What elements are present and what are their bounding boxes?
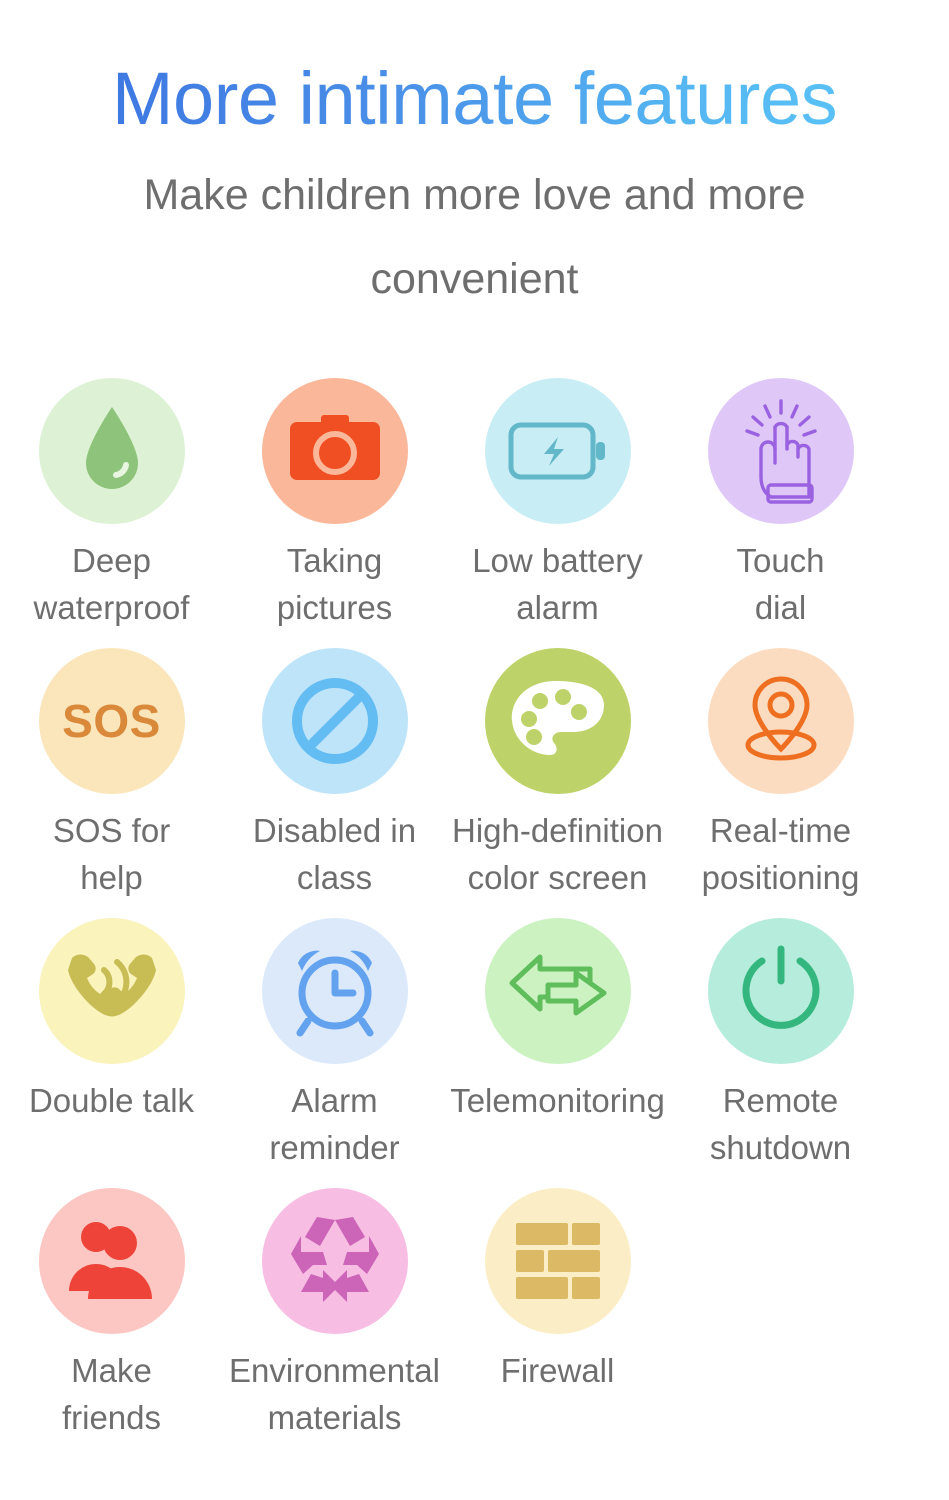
feature-icon-circle	[484, 1188, 631, 1334]
power-button-icon	[742, 945, 819, 1029]
feature-grid: Deep waterproof Taking pictures Low batt…	[0, 378, 949, 1458]
feature-item-touch-dial[interactable]: Touch dial	[669, 378, 892, 648]
feature-label: Environmental materials	[229, 1352, 440, 1436]
feature-icon-circle	[261, 918, 408, 1064]
feature-label: Remote shutdown	[709, 1082, 852, 1166]
feature-label: Deep waterproof	[33, 542, 190, 626]
feature-label: Low battery alarm	[472, 542, 643, 626]
feature-icon-circle	[261, 648, 408, 794]
feature-item-deep-waterproof[interactable]: Deep waterproof	[0, 378, 223, 648]
feature-item-disabled-in-class[interactable]: Disabled in class	[223, 648, 446, 918]
feature-item-double-talk[interactable]: Double talk	[0, 918, 223, 1188]
sos-text-icon: SOS	[62, 695, 161, 747]
feature-label: Telemonitoring	[450, 1082, 665, 1119]
feature-item-remote-shutdown[interactable]: Remote shutdown	[669, 918, 892, 1188]
feature-item-high-definition-color-screen[interactable]: High-definition color screen	[446, 648, 669, 918]
feature-item-real-time-positioning[interactable]: Real-time positioning	[669, 648, 892, 918]
feature-item-sos-for-help[interactable]: SOS SOS for help	[0, 648, 223, 918]
feature-icon-circle	[38, 1188, 185, 1334]
feature-item-taking-pictures[interactable]: Taking pictures	[223, 378, 446, 648]
feature-item-telemonitoring[interactable]: Telemonitoring	[446, 918, 669, 1188]
water-drop-icon	[85, 407, 138, 489]
two-way-arrows-icon	[509, 954, 606, 1016]
feature-icon-circle	[38, 918, 185, 1064]
feature-label: Real-time positioning	[701, 812, 860, 896]
feature-label: Disabled in class	[252, 812, 417, 896]
feature-label: Touch dial	[736, 542, 825, 626]
feature-item-environmental-materials[interactable]: Environmental materials	[223, 1188, 446, 1458]
feature-icon-circle	[38, 378, 185, 524]
feature-label: Firewall	[500, 1352, 615, 1389]
alarm-clock-icon	[296, 950, 373, 1037]
feature-row: Double talk Alarm reminder Telemonitorin…	[0, 918, 949, 1188]
brick-wall-icon	[515, 1223, 600, 1299]
feature-item-low-battery-alarm[interactable]: Low battery alarm	[446, 378, 669, 648]
people-group-icon	[68, 1222, 152, 1299]
touch-hand-icon	[744, 399, 817, 504]
feature-row: SOS SOS for help Disabled in class High-…	[0, 648, 949, 918]
feature-icon-circle	[484, 648, 631, 794]
feature-icon-circle	[707, 648, 854, 794]
page-title: More intimate features	[0, 62, 949, 136]
feature-item-make-friends[interactable]: Make friends	[0, 1188, 223, 1458]
feature-icon-circle	[261, 1188, 408, 1334]
feature-label: Alarm reminder	[269, 1082, 400, 1166]
paint-palette-icon	[511, 681, 604, 755]
feature-label: Taking pictures	[276, 542, 393, 626]
feature-label: High-definition color screen	[452, 812, 663, 896]
feature-item-firewall[interactable]: Firewall	[446, 1188, 669, 1458]
feature-icon-circle	[707, 378, 854, 524]
page-subtitle: Make children more love and more conveni…	[143, 171, 806, 303]
feature-icon-circle	[261, 378, 408, 524]
feature-row: Make friends Environmental materials Fir…	[0, 1188, 949, 1458]
recycle-icon	[290, 1217, 379, 1302]
feature-item-empty	[669, 1188, 892, 1458]
feature-icon-circle	[484, 918, 631, 1064]
feature-label: Double talk	[28, 1082, 195, 1119]
location-pin-icon	[745, 676, 816, 761]
feature-item-alarm-reminder[interactable]: Alarm reminder	[223, 918, 446, 1188]
feature-icon-circle: SOS	[38, 648, 185, 794]
feature-label: SOS for help	[52, 812, 171, 896]
battery-charging-icon	[508, 422, 605, 480]
feature-icon-circle	[707, 918, 854, 1064]
feature-label: Make friends	[61, 1352, 162, 1436]
prohibited-icon	[291, 678, 378, 764]
page-header: More intimate features Make children mor…	[0, 0, 949, 322]
feature-row: Deep waterproof Taking pictures Low batt…	[0, 378, 949, 648]
feature-icon-circle	[484, 378, 631, 524]
camera-icon	[289, 415, 380, 480]
two-way-call-icon	[67, 954, 156, 1017]
